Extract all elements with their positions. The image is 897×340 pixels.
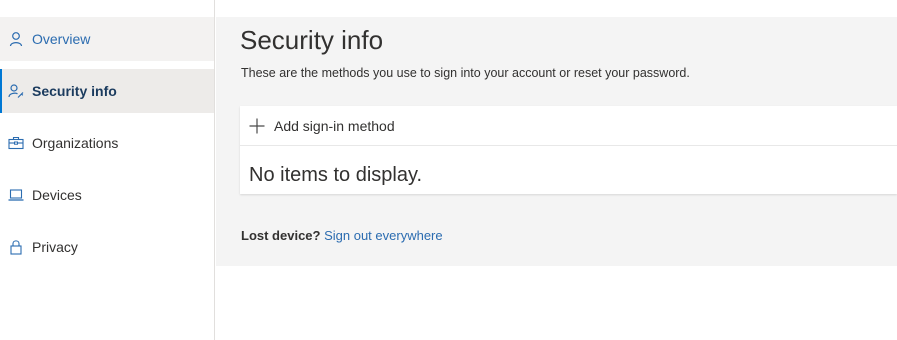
plus-icon	[249, 118, 265, 134]
sidebar-item-label: Overview	[32, 31, 91, 47]
methods-card: Add sign-in method No items to display.	[240, 106, 897, 194]
briefcase-icon	[8, 135, 24, 151]
sidebar-item-privacy[interactable]: Privacy	[0, 225, 214, 269]
sidebar-item-organizations[interactable]: Organizations	[0, 121, 214, 165]
sidebar-item-label: Privacy	[32, 239, 78, 255]
security-info-panel: Security info These are the methods you …	[216, 17, 897, 266]
sidebar-item-label: Devices	[32, 187, 82, 203]
add-sign-in-method-label: Add sign-in method	[274, 117, 395, 134]
empty-state-message: No items to display.	[249, 164, 423, 186]
sign-out-everywhere-link[interactable]: Sign out everywhere	[324, 228, 443, 243]
sidebar-item-label: Organizations	[32, 135, 119, 151]
lost-device-label: Lost device?	[241, 228, 321, 243]
sidebar-item-devices[interactable]: Devices	[0, 173, 214, 217]
lock-icon	[8, 239, 24, 255]
sidebar-nav: Overview Security info Organizations Dev…	[0, 0, 215, 340]
person-key-icon	[8, 83, 24, 99]
laptop-icon	[8, 187, 24, 203]
person-icon	[8, 31, 24, 47]
page-title: Security info	[240, 25, 384, 55]
sidebar-item-security-info[interactable]: Security info	[0, 69, 214, 113]
sidebar-item-label: Security info	[32, 83, 117, 99]
add-sign-in-method-button[interactable]: Add sign-in method	[240, 106, 897, 146]
sidebar-item-overview[interactable]: Overview	[0, 17, 214, 61]
lost-device-row: Lost device? Sign out everywhere	[241, 228, 443, 243]
page-description: These are the methods you use to sign in…	[241, 66, 690, 80]
